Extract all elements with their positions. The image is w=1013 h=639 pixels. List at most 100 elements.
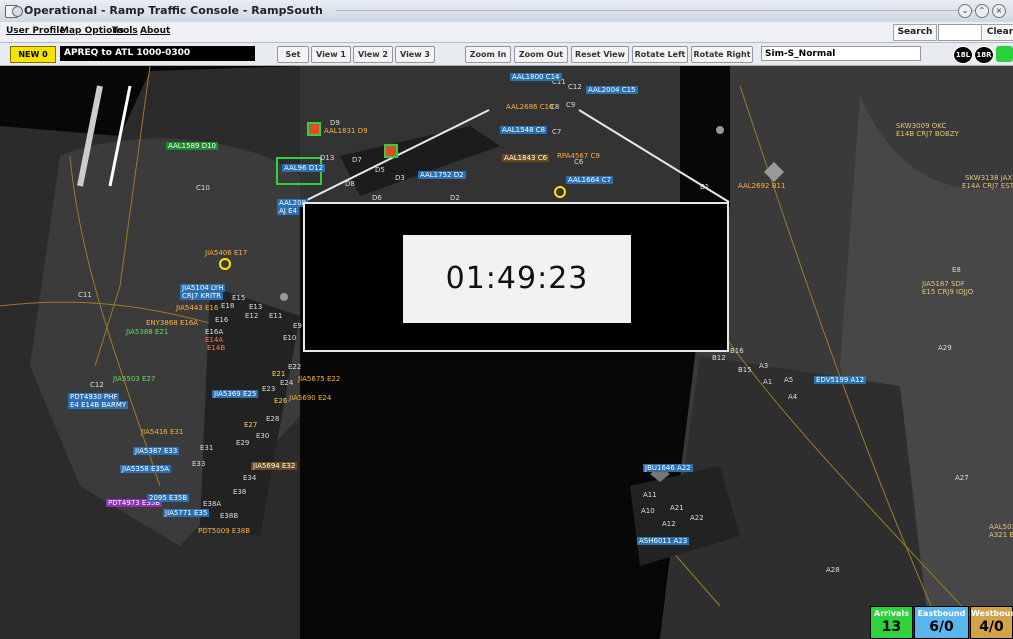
flight-tag[interactable]: PDT5009 E38B: [198, 527, 250, 535]
window-menu-icon[interactable]: [12, 6, 23, 17]
flight-tag[interactable]: JIA5406 E17: [205, 249, 247, 257]
flight-tag[interactable]: JIA5690 E24: [289, 394, 331, 402]
runway-18r-status-icon[interactable]: 18R: [974, 46, 994, 64]
gate-label: E33: [192, 460, 206, 468]
flight-tag[interactable]: AAL2686 C10: [506, 103, 554, 111]
set-button[interactable]: Set: [277, 46, 309, 63]
new-alerts-button[interactable]: NEW 0: [10, 46, 56, 63]
flight-tag[interactable]: AAL1831 D9: [324, 127, 368, 135]
flight-tag[interactable]: JIA5503 E27: [111, 375, 157, 383]
flight-tag[interactable]: JIA5187 SDF: [920, 280, 967, 288]
gate-label: C9: [566, 101, 576, 109]
gate-label: A4: [788, 393, 798, 401]
flight-tag[interactable]: ASH6011 A23: [637, 537, 690, 545]
eastbound-counter-label: Eastbound: [917, 609, 966, 618]
gate-label: E29: [236, 439, 250, 447]
flight-tag[interactable]: JIA5104 LYH: [180, 284, 226, 292]
flight-tag[interactable]: E14B CRJ7 BOBZY: [894, 130, 961, 138]
flight-tag[interactable]: JIA5387 E33: [133, 447, 180, 455]
flight-tag[interactable]: AAL96 D12: [282, 164, 326, 172]
flight-tag[interactable]: JIA5675 E22: [298, 375, 340, 383]
flight-tag[interactable]: CRJ7 KRITR: [180, 292, 224, 300]
gate-label: B1: [700, 183, 710, 191]
status-green-icon[interactable]: [996, 46, 1013, 62]
gate-label: A29: [938, 344, 952, 352]
flight-tag[interactable]: AAL503: [987, 523, 1013, 531]
title-divider: [336, 10, 976, 11]
flight-tag[interactable]: AAL1752 D2: [418, 171, 466, 179]
flight-tag[interactable]: ENY3868 E16A: [146, 319, 198, 327]
arrivals-counter[interactable]: Arrivals 13: [870, 606, 913, 639]
gate-label: A27: [955, 474, 969, 482]
reset-view-button[interactable]: Reset View: [571, 46, 629, 63]
runway-18l-status-icon[interactable]: 18L: [953, 46, 973, 64]
gate-label: E14A: [205, 336, 224, 344]
flight-tag[interactable]: E4 E14B BARMY: [68, 401, 129, 409]
clear-button[interactable]: Clear: [981, 24, 1013, 41]
flight-tag[interactable]: JIA5388 E21: [124, 328, 170, 336]
flight-tag[interactable]: JIA5369 E25: [212, 390, 259, 398]
menu-user-profile[interactable]: User Profile: [6, 26, 65, 36]
flight-tag[interactable]: AAL1664 C7: [566, 176, 614, 184]
flight-tag[interactable]: JIA5694 E32: [251, 462, 298, 470]
flight-tag[interactable]: SKW3138 JAX: [963, 174, 1013, 182]
flight-tag[interactable]: SKW3009 OKC: [894, 122, 948, 130]
gate-label: D5: [375, 166, 385, 174]
flight-tag[interactable]: EDV5199 A12: [814, 376, 867, 384]
rotate-left-button[interactable]: Rotate Left: [632, 46, 688, 63]
flight-tag[interactable]: AAL1589 D10: [166, 142, 219, 150]
gate-label: E16A: [205, 328, 224, 336]
flight-tag[interactable]: 2095 E35B: [147, 494, 190, 502]
flight-tag[interactable]: E15 CRJ9 IOJJO: [920, 288, 975, 296]
maximize-icon[interactable]: ⌃: [975, 4, 989, 18]
view2-button[interactable]: View 2: [353, 46, 393, 63]
gate-label: A28: [826, 566, 840, 574]
flight-tag[interactable]: JBU1646 A22: [643, 464, 693, 472]
minimize-icon[interactable]: ⌄: [958, 4, 972, 18]
gate-label: D9: [330, 119, 340, 127]
flight-tag[interactable]: AAL2004 C15: [586, 86, 638, 94]
gate-label: E31: [200, 444, 214, 452]
view3-button[interactable]: View 3: [395, 46, 435, 63]
gate-label: E15: [232, 294, 246, 302]
westbound-counter[interactable]: Westbound 4/0: [970, 606, 1013, 639]
gate-label: E30: [256, 432, 270, 440]
flight-tag[interactable]: AJ E4: [277, 207, 299, 215]
gate-label: C11: [78, 291, 92, 299]
flight-tag[interactable]: PDT4930 PHF: [68, 393, 120, 401]
flight-tag[interactable]: AAL1548 C8: [500, 126, 548, 134]
close-icon[interactable]: ×: [992, 4, 1006, 18]
zoom-in-button[interactable]: Zoom In: [465, 46, 511, 63]
flight-tag[interactable]: JIA5358 E35A: [120, 465, 172, 473]
rotate-right-button[interactable]: Rotate Right: [691, 46, 753, 63]
flight-tag[interactable]: E14A CRJ7 ESTRO: [960, 182, 1013, 190]
map-background: [0, 66, 1013, 639]
gate-label: E26: [274, 397, 288, 405]
search-button[interactable]: Search: [893, 24, 937, 41]
flight-tag[interactable]: A321 BO: [987, 531, 1013, 539]
view1-button[interactable]: View 1: [311, 46, 351, 63]
gate-label: A1: [763, 378, 773, 386]
ramp-map[interactable]: C10 C11 C12 D2 D3 D5 D6 D7 D8 D9 D13 E9 …: [0, 66, 1013, 639]
flight-tag[interactable]: JIA5416 E31: [141, 428, 183, 436]
gate-label: E38B: [220, 512, 239, 520]
config-field[interactable]: Sim-S_Normal: [761, 46, 921, 61]
gate-label: E8: [952, 266, 961, 274]
gate-label: B15: [738, 366, 752, 374]
menu-about[interactable]: About: [140, 26, 170, 36]
flight-tag[interactable]: RPA4567 C9: [557, 152, 600, 160]
flight-tag[interactable]: JIA5443 E16: [176, 304, 218, 312]
gate-label: E9: [293, 322, 302, 330]
zoom-out-button[interactable]: Zoom Out: [514, 46, 568, 63]
flight-tag[interactable]: JIA5771 E35: [163, 509, 210, 517]
flight-tag[interactable]: AAL1843 C6: [502, 154, 550, 162]
flight-tag[interactable]: AAL1800 C14: [510, 73, 562, 81]
flight-tag[interactable]: AAL2692 B11: [738, 182, 785, 190]
menu-tools[interactable]: Tools: [112, 26, 138, 36]
zoomed-clock-panel: 01:49:23: [303, 202, 729, 352]
search-input[interactable]: [938, 24, 982, 41]
gate-label: A5: [784, 376, 794, 384]
gate-label: E38A: [203, 500, 222, 508]
eastbound-counter[interactable]: Eastbound 6/0: [914, 606, 969, 639]
gate-label: A3: [759, 362, 769, 370]
